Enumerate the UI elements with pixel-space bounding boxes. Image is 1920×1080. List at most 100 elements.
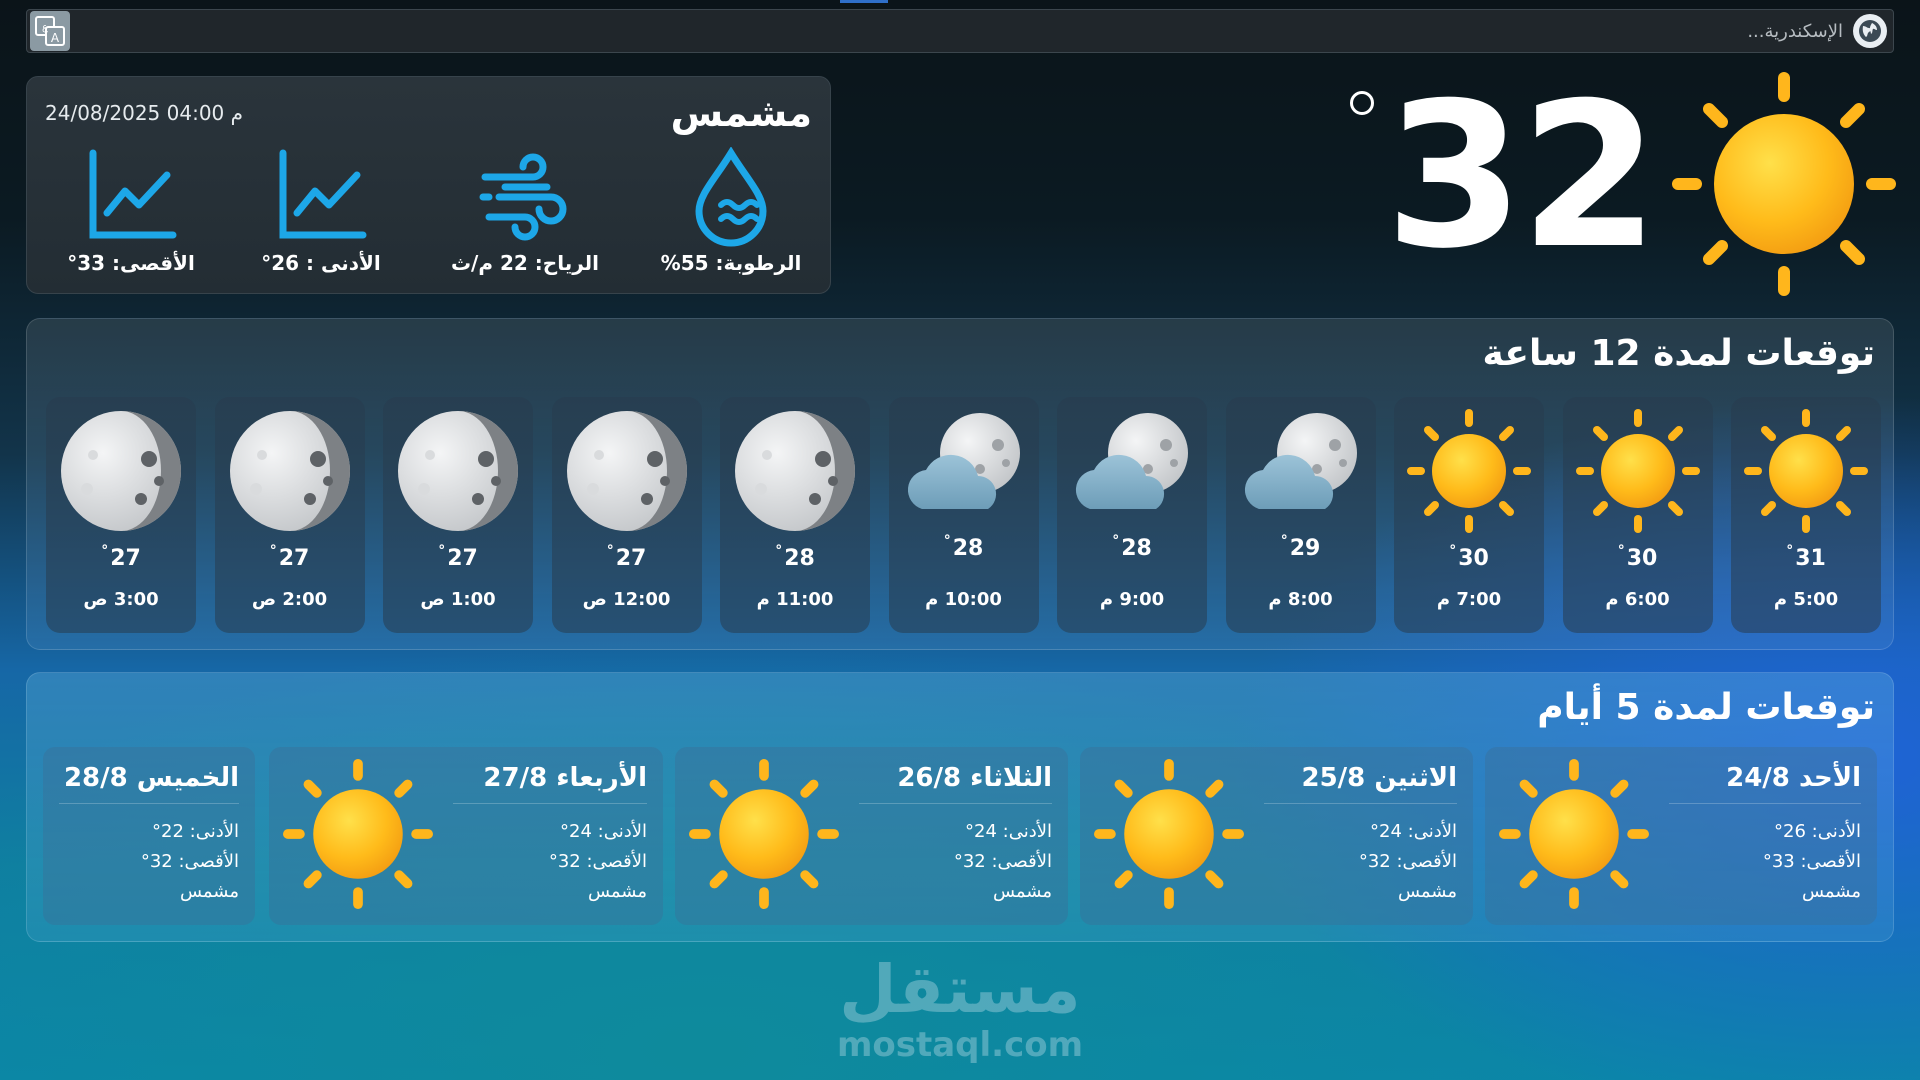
divider [1669, 803, 1861, 804]
hourly-temp-value: 28 [1121, 536, 1152, 561]
translate-icon[interactable]: Aع [30, 11, 70, 51]
humidity-stat: الرطوبة: 55% [651, 147, 811, 275]
hourly-card: °31 5:00 م [1731, 397, 1881, 633]
daily-card: الخميس 28/8 الأدنى: 22° الأقصى: 32° مشمس [43, 747, 255, 925]
day-name: الأربعاء 27/8 [483, 763, 647, 793]
sun-icon [283, 759, 433, 909]
hourly-temp-value: 27 [110, 546, 141, 571]
hourly-card: °27 1:00 ص [383, 397, 533, 633]
hourly-temp-value: 28 [952, 536, 984, 561]
hourly-time: 3:00 ص [83, 589, 159, 610]
divider [859, 803, 1052, 804]
cloudy-moon-icon [1244, 413, 1357, 509]
wind-label: الرياح: 22 م/ث [450, 251, 600, 275]
daily-card: الاثنين 25/8 الأدنى: 24° الأقصى: 32° مشم… [1080, 747, 1473, 925]
hourly-temp: °31 [1786, 543, 1826, 571]
min-temp-label: الأدنى : 26° [261, 251, 381, 275]
sun-icon [1407, 409, 1531, 533]
sun-icon [1094, 759, 1244, 909]
day-min: الأدنى: 24° [560, 821, 647, 842]
hourly-card: °30 7:00 م [1394, 397, 1544, 633]
hourly-card: °27 12:00 ص [551, 397, 702, 633]
hourly-temp: °27 [269, 543, 310, 571]
hourly-temp: °28 [775, 543, 815, 571]
day-name: الثلاثاء 26/8 [897, 763, 1052, 793]
hourly-forecast-panel: توقعات لمدة 12 ساعة °31 5:00 م °30 6:00 … [26, 318, 1894, 650]
humidity-icon [695, 147, 767, 247]
search-bar: Aع [26, 9, 1894, 53]
hourly-temp-value: 29 [1289, 536, 1321, 561]
hourly-temp: °30 [1449, 543, 1489, 571]
hourly-card: °28 10:00 م [888, 397, 1039, 633]
hourly-time: 6:00 م [1605, 589, 1670, 610]
day-condition: مشمس [179, 881, 239, 902]
day-max: الأقصى: 32° [548, 851, 647, 872]
hourly-temp-value: 27 [615, 546, 647, 571]
daily-card: الأحد 24/8 الأدنى: 26° الأقصى: 33° مشمس [1485, 747, 1877, 925]
daily-forecast-panel: توقعات لمدة 5 أيام الأحد 24/8 الأدنى: 26… [26, 672, 1894, 942]
hourly-time: 10:00 م [925, 589, 1002, 610]
hourly-temp: °27 [606, 543, 647, 571]
min-stat: الأدنى : 26° [241, 147, 401, 275]
humidity-label: الرطوبة: 55% [660, 251, 802, 275]
day-min: الأدنى: 24° [1370, 821, 1457, 842]
hourly-card: °27 2:00 ص [214, 397, 365, 633]
condition-title: مشمس [670, 91, 812, 135]
sun-icon [689, 759, 839, 909]
divider [1264, 803, 1457, 804]
chart-line-icon [279, 149, 367, 239]
hourly-temp: °27 [101, 543, 141, 571]
hourly-temp: °29 [1280, 533, 1321, 561]
hourly-temp: °30 [1617, 543, 1658, 571]
moon-icon [566, 411, 687, 531]
moon-icon [229, 411, 350, 531]
day-max: الأقصى: 32° [953, 851, 1052, 872]
day-condition: مشمس [992, 881, 1052, 902]
day-min: الأدنى: 26° [1774, 821, 1861, 842]
day-max: الأقصى: 32° [140, 851, 239, 872]
daily-title: توقعات لمدة 5 أيام [1537, 687, 1875, 728]
sun-icon [1672, 72, 1896, 296]
hourly-temp: °28 [943, 533, 984, 561]
top-indicator [840, 0, 888, 3]
hourly-time: 11:00 م [756, 589, 834, 610]
day-name: الخميس 28/8 [63, 763, 239, 793]
globe-icon[interactable] [1853, 14, 1887, 48]
degree-symbol [1350, 91, 1374, 115]
moon-icon [398, 411, 518, 531]
hourly-temp-value: 27 [447, 546, 478, 571]
hourly-temp-value: 27 [278, 546, 310, 571]
sun-icon [1499, 759, 1649, 909]
day-min: الأدنى: 22° [152, 821, 239, 842]
max-stat: الأقصى: 33° [51, 147, 211, 275]
day-max: الأقصى: 33° [1762, 851, 1861, 872]
sun-icon [1744, 409, 1868, 533]
day-condition: مشمس [1801, 881, 1861, 902]
hourly-card: °30 6:00 م [1562, 397, 1713, 633]
hourly-time: 8:00 م [1268, 589, 1333, 610]
hourly-time: 1:00 ص [420, 589, 496, 610]
hourly-time: 9:00 م [1099, 589, 1165, 610]
city-search-input[interactable] [70, 10, 1853, 52]
current-temperature: 32 [1384, 60, 1659, 293]
cloudy-moon-icon [1075, 413, 1188, 509]
hourly-temp-value: 30 [1626, 546, 1658, 571]
hourly-card: °29 8:00 م [1225, 397, 1376, 633]
divider [453, 803, 647, 804]
hourly-card: °28 9:00 م [1057, 397, 1207, 633]
max-temp-label: الأقصى: 33° [67, 251, 195, 275]
hourly-card: °28 11:00 م [720, 397, 870, 633]
hourly-time: 5:00 م [1773, 589, 1839, 610]
current-datetime: 24/08/2025 04:00 م [45, 101, 244, 125]
sun-icon [1575, 409, 1700, 533]
day-condition: مشمس [1397, 881, 1457, 902]
day-condition: مشمس [587, 881, 647, 902]
cloudy-moon-icon [907, 413, 1020, 509]
day-name: الاثنين 25/8 [1301, 763, 1458, 793]
svg-text:ع: ع [42, 22, 48, 33]
current-conditions-panel: مشمس 24/08/2025 04:00 م الرطوبة: 55% الر… [26, 76, 831, 294]
hourly-temp: °27 [438, 543, 478, 571]
divider [59, 803, 239, 804]
moon-icon [61, 411, 181, 531]
day-min: الأدنى: 24° [965, 821, 1052, 842]
